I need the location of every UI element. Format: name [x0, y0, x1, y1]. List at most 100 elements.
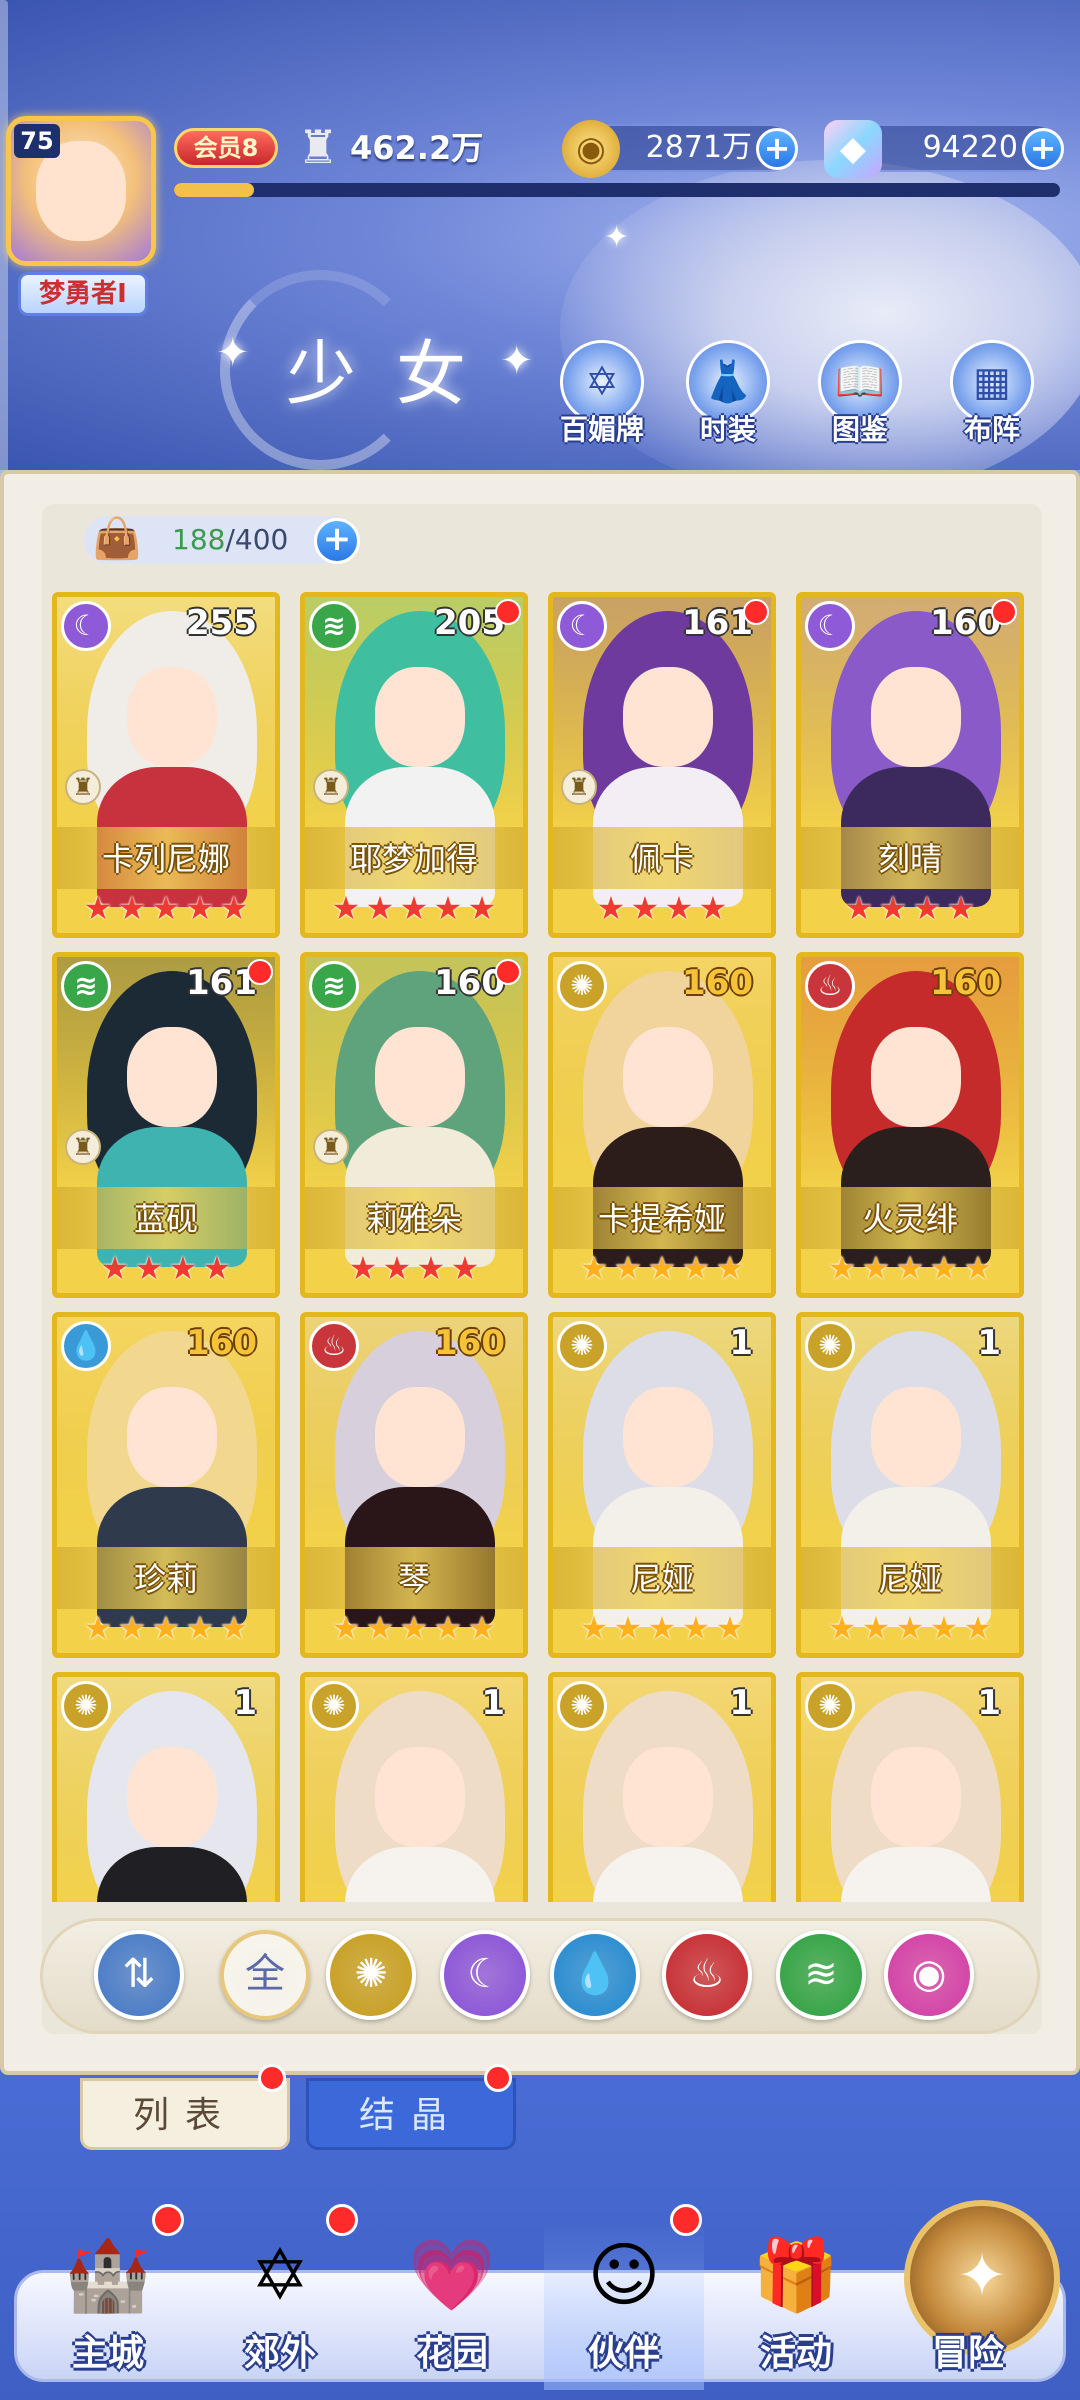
add-gold-button[interactable]: + [756, 128, 798, 170]
wind-element-icon: ≋ [309, 961, 359, 1011]
player-name[interactable]: 梦勇者Ⅰ [18, 272, 148, 316]
moon-filter-button[interactable]: ☾ [440, 1930, 530, 2020]
vip-badge[interactable]: 会员8 [174, 128, 278, 168]
sun-filter-button[interactable]: ✺ [326, 1930, 416, 2020]
add-gem-button[interactable]: + [1022, 128, 1064, 170]
fire-element-icon: ♨ [805, 961, 855, 1011]
character-name: 佩卡 [629, 840, 694, 878]
star-icon: ★ [168, 1249, 198, 1287]
tab-crystal[interactable]: 结晶 [306, 2078, 516, 2150]
character-card[interactable]: ☾ 161 ♜ 佩卡 ★ ★ ★ ★ [548, 592, 776, 938]
character-name: 莉雅朵 [365, 1200, 462, 1238]
star-icon: ★ [963, 1609, 993, 1647]
nav-item-castle[interactable]: 🏰 主城 [28, 2220, 188, 2390]
top-button-costume[interactable]: 👗 时装 [668, 340, 788, 450]
character-card[interactable]: ✺ 1 尼娅 ★ ★ ★ ★ ★ [796, 1312, 1024, 1658]
nav-item-compass[interactable]: 冒险 [888, 2220, 1048, 2390]
castle-icon: 🏰 [64, 2234, 152, 2316]
top-button-label: 时装 [699, 413, 756, 446]
character-level: 160 [434, 1323, 505, 1363]
star-filter-button[interactable]: ◉ [884, 1930, 974, 2020]
character-face [375, 1747, 465, 1847]
top-button-label: 图鉴 [831, 413, 888, 446]
star-icon: ★ [861, 1249, 891, 1287]
star-rating: ★ ★ ★ ★ ★ [305, 1609, 523, 1647]
star-icon: ★ [929, 1249, 959, 1287]
character-face [623, 1387, 713, 1487]
character-card[interactable]: ✺ 1 [52, 1672, 280, 1902]
star-icon: ★ [579, 1609, 609, 1647]
character-card[interactable]: ≋ 161 ♜ 蓝砚 ★ ★ ★ ★ [52, 952, 280, 1298]
character-face [871, 1387, 961, 1487]
star-icon: ★ [878, 889, 908, 927]
character-card[interactable]: ≋ 205 ♜ 耶梦加得 ★ ★ ★ ★ ★ [300, 592, 528, 938]
wind-element-icon: ≋ [309, 601, 359, 651]
sort-filter-button[interactable]: ⇅ [94, 1930, 184, 2020]
top-button-formation[interactable]: ▦ 布阵 [932, 340, 1052, 450]
character-card[interactable]: 💧 160 珍莉 ★ ★ ★ ★ ★ [52, 1312, 280, 1658]
tab-list[interactable]: 列表 [80, 2078, 290, 2150]
character-name: 刻晴 [877, 840, 942, 878]
star-icon: ★ [946, 889, 976, 927]
character-card[interactable]: ✺ 1 [300, 1672, 528, 1902]
nav-item-portal[interactable]: ✡ 郊外 [200, 2220, 360, 2390]
star-icon: ★ [83, 889, 113, 927]
star-icon: ★ [613, 1249, 643, 1287]
character-name: 耶梦加得 [349, 840, 478, 878]
sun-element-icon: ✺ [805, 1681, 855, 1731]
nav-label: 伙伴 [587, 2333, 660, 2374]
notification-dot [258, 2064, 286, 2092]
character-card[interactable]: ☾ 255 ♜ 卡列尼娜 ★ ★ ★ ★ ★ [52, 592, 280, 938]
character-card[interactable]: ≋ 160 ♜ 莉雅朵 ★ ★ ★ ★ [300, 952, 528, 1298]
nav-label: 冒险 [931, 2333, 1004, 2374]
nav-label: 主城 [71, 2333, 144, 2374]
character-name: 蓝砚 [133, 1200, 198, 1238]
collection-count-text: 188/400 [172, 516, 288, 564]
expand-capacity-button[interactable]: + [314, 518, 360, 564]
nav-item-partner[interactable]: ☺ 伙伴 [544, 2220, 704, 2390]
character-level: 1 [729, 1683, 753, 1723]
character-card[interactable]: ☾ 160 刻晴 ★ ★ ★ ★ [796, 592, 1024, 938]
moon-element-icon: ☾ [557, 601, 607, 651]
star-icon: ★ [185, 1609, 215, 1647]
character-card[interactable]: ♨ 160 火灵绯 ★ ★ ★ ★ ★ [796, 952, 1024, 1298]
all-filter-button[interactable]: 全 [220, 1930, 310, 2020]
star-icon: ★ [219, 889, 249, 927]
water-filter-button[interactable]: 💧 [550, 1930, 640, 2020]
notification-dot [743, 599, 769, 625]
star-rating: ★ ★ ★ ★ ★ [57, 889, 275, 927]
combat-power-value: 462.2万 [350, 129, 484, 167]
star-rating: ★ ★ ★ ★ ★ [553, 1249, 771, 1287]
star-icon: ★ [715, 1249, 745, 1287]
character-card[interactable]: ✺ 1 [796, 1672, 1024, 1902]
character-card[interactable]: ✺ 1 [548, 1672, 776, 1902]
character-level: 1 [729, 1323, 753, 1363]
nav-item-heart-garden[interactable]: 💗 花园 [372, 2220, 532, 2390]
star-rating: ★ ★ ★ ★ [801, 889, 1019, 927]
character-card[interactable]: ✺ 1 尼娅 ★ ★ ★ ★ ★ [548, 1312, 776, 1658]
star-icon: ★ [467, 1609, 497, 1647]
character-face [127, 1387, 217, 1487]
star-icon: ★ [596, 889, 626, 927]
character-level: 1 [977, 1683, 1001, 1723]
nav-label: 郊外 [243, 2333, 316, 2374]
star-icon: ★ [399, 1609, 429, 1647]
top-button-cards[interactable]: ✡ 百媚牌 [542, 340, 662, 450]
top-button-codex[interactable]: 📖 图鉴 [800, 340, 920, 450]
wind-filter-button[interactable]: ≋ [776, 1930, 866, 2020]
character-face [375, 1027, 465, 1127]
character-card[interactable]: ♨ 160 琴 ★ ★ ★ ★ ★ [300, 1312, 528, 1658]
notification-dot [484, 2064, 512, 2092]
formation-chess-icon: ♜ [65, 769, 101, 805]
star-icon: ★ [416, 1249, 446, 1287]
fire-filter-button[interactable]: ♨ [662, 1930, 752, 2020]
character-card[interactable]: ✺ 160 卡提希娅 ★ ★ ★ ★ ★ [548, 952, 776, 1298]
nav-item-gift[interactable]: 🎁 活动 [716, 2220, 876, 2390]
combat-power-icon: ♜ [297, 120, 339, 174]
portal-icon: ✡ [250, 2234, 310, 2316]
star-icon: ★ [399, 889, 429, 927]
gold-currency: ◉ 2871万 + [562, 120, 798, 178]
top-button-label: 布阵 [963, 413, 1020, 446]
character-name: 琴 [397, 1560, 430, 1598]
star-icon: ★ [664, 889, 694, 927]
